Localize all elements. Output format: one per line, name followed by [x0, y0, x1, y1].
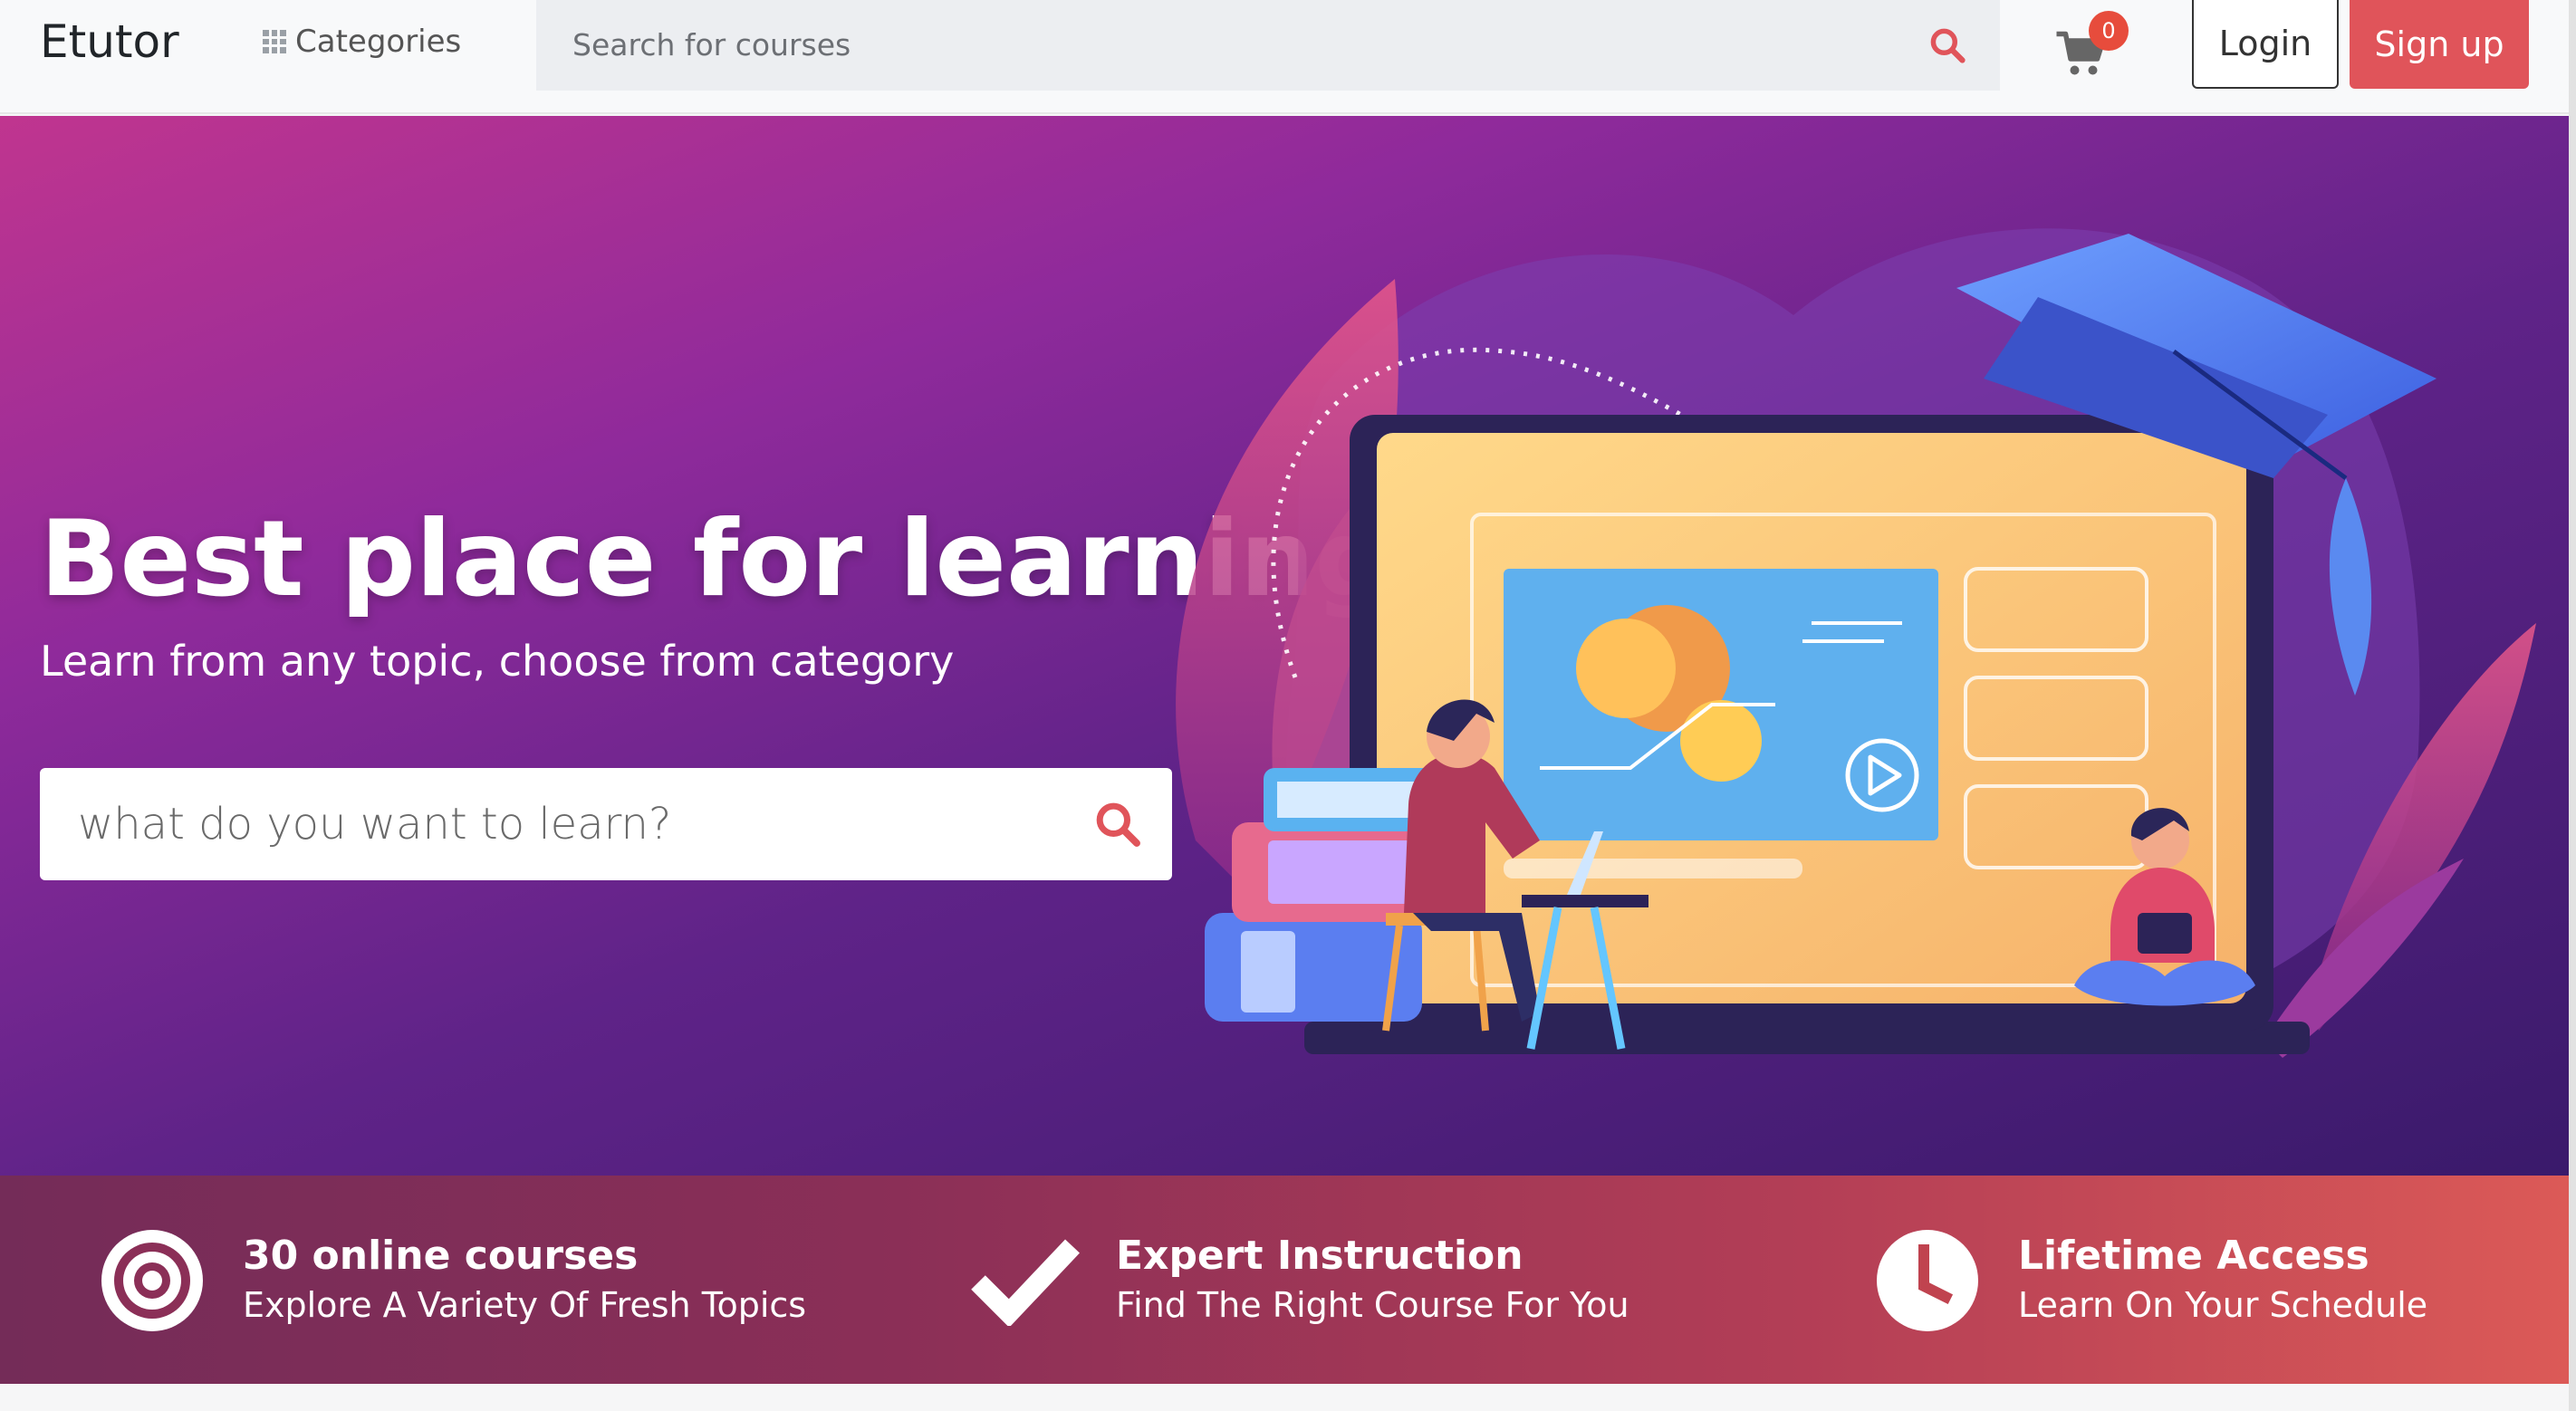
- feature-title: 30 online courses: [243, 1233, 639, 1279]
- signup-button[interactable]: Sign up: [2350, 0, 2529, 89]
- hero-search: [40, 768, 1172, 880]
- feature-online-courses: 30 online courses Explore A Variety Of F…: [98, 1226, 806, 1335]
- categories-label: Categories: [295, 24, 462, 60]
- top-navbar: Etutor Categories 0 Login Sign up: [0, 0, 2576, 114]
- page-bottom-strip: [0, 1384, 2576, 1411]
- categories-menu[interactable]: Categories: [263, 20, 461, 63]
- page-scrollbar[interactable]: [2569, 0, 2576, 1411]
- feature-lifetime-access: Lifetime Access Learn On Your Schedule: [1873, 1226, 2427, 1335]
- feature-title: Expert Instruction: [1116, 1233, 1523, 1279]
- login-button[interactable]: Login: [2192, 0, 2339, 89]
- target-icon: [98, 1226, 207, 1335]
- feature-expert-instruction: Expert Instruction Find The Right Course…: [971, 1226, 1629, 1335]
- online-learning-illustration: [1176, 228, 2536, 1058]
- navbar-search: [536, 0, 2000, 91]
- search-icon: [1930, 28, 1966, 63]
- hero-subtitle: Learn from any topic, choose from catego…: [40, 637, 955, 686]
- navbar-search-button[interactable]: [1922, 20, 1973, 71]
- hero-banner: Best place for learning Learn from any t…: [0, 116, 2576, 1176]
- feature-description: Find The Right Course For You: [1116, 1285, 1629, 1325]
- navbar-search-input[interactable]: [572, 22, 1841, 67]
- cart-button[interactable]: 0: [2054, 11, 2136, 83]
- clock-icon: [1873, 1226, 1982, 1335]
- hero-search-input[interactable]: [78, 795, 1038, 853]
- cart-count-badge: 0: [2089, 11, 2129, 51]
- feature-title: Lifetime Access: [2018, 1233, 2369, 1279]
- features-bar: 30 online courses Explore A Variety Of F…: [0, 1176, 2576, 1384]
- grid-icon: [263, 30, 286, 53]
- checkmark-icon: [971, 1226, 1080, 1335]
- feature-description: Learn On Your Schedule: [2018, 1285, 2428, 1325]
- brand-logo[interactable]: Etutor: [40, 14, 179, 69]
- feature-description: Explore A Variety Of Fresh Topics: [243, 1285, 807, 1325]
